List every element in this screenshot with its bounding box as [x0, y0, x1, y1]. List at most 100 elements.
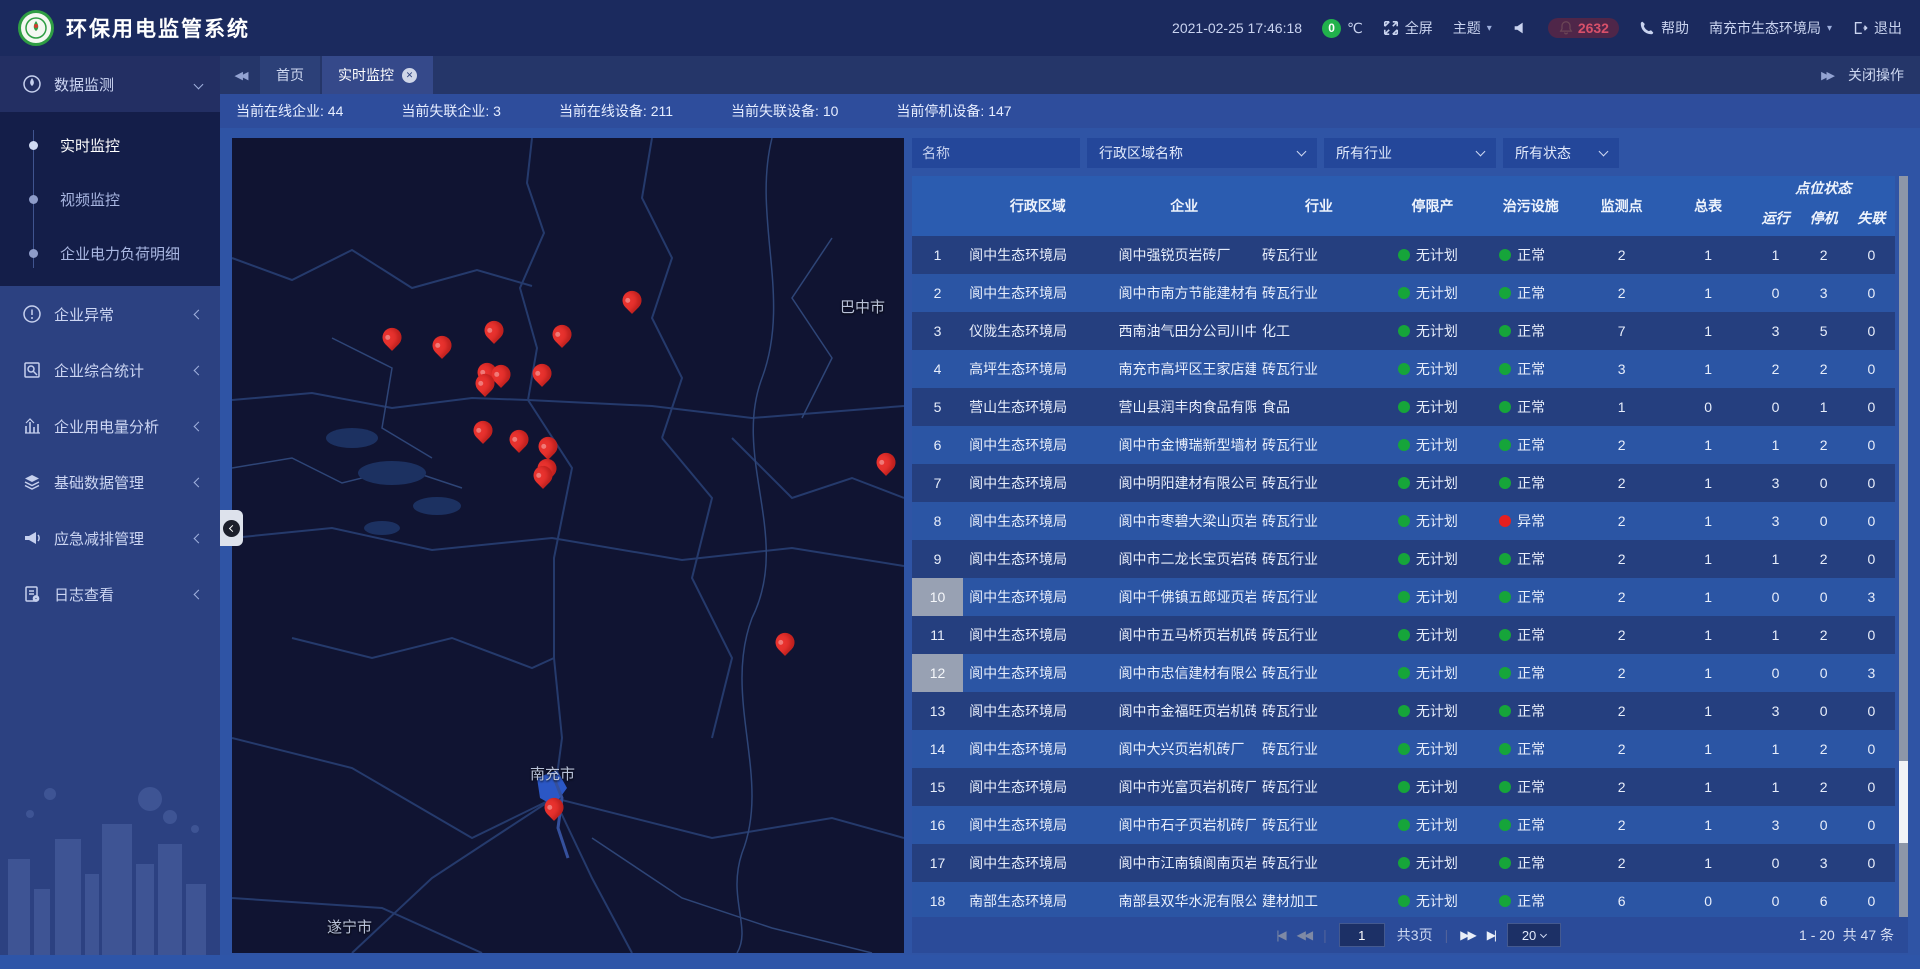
help-button[interactable]: 帮助 — [1639, 18, 1689, 38]
cell-points: 2 — [1578, 578, 1665, 616]
status-select[interactable]: 所有状态 — [1503, 138, 1619, 168]
cell-meters: 1 — [1665, 312, 1752, 350]
status-item-label: 当前在线企业: — [236, 103, 328, 119]
cell-stop: 2 — [1800, 768, 1848, 806]
status-bar: 当前在线企业: 44当前失联企业: 3当前在线设备: 211当前失联设备: 10… — [220, 94, 1920, 128]
sidebar-item-emergency[interactable]: 应急减排管理 — [0, 510, 220, 566]
cell-stop: 3 — [1800, 844, 1848, 882]
table-row[interactable]: 5营山生态环境局营山县润丰肉食品有限食品无计划正常10010 — [912, 388, 1895, 426]
cell-industry: 砖瓦行业 — [1256, 274, 1382, 312]
status-item-label: 当前失联设备: — [731, 103, 823, 119]
name-search-input[interactable] — [912, 138, 1080, 168]
theme-dropdown[interactable]: 主题 ▾ — [1453, 18, 1492, 38]
sidebar-item-enterprise-abnormal[interactable]: 企业异常 — [0, 286, 220, 342]
cell-meters: 1 — [1665, 578, 1752, 616]
table-scrollbar[interactable] — [1899, 176, 1908, 917]
cell-stop: 0 — [1800, 578, 1848, 616]
sidebar-subitem-label: 实时监控 — [60, 135, 120, 156]
column-header: 监测点 — [1578, 176, 1665, 236]
status-dot — [1398, 401, 1410, 413]
table-row[interactable]: 15阆中生态环境局阆中市光富页岩机砖厂砖瓦行业无计划正常21120 — [912, 768, 1895, 806]
cell-company: 阆中大兴页岩机砖厂 — [1113, 730, 1257, 768]
table-row[interactable]: 18南部生态环境局南部县双华水泥有限公建材加工无计划正常60060 — [912, 882, 1895, 917]
enterprise-table-wrap: 行政区域企业行业停限产治污设施监测点总表点位状态运行停机失联 1阆中生态环境局阆… — [912, 176, 1908, 917]
cell-stop: 5 — [1800, 312, 1848, 350]
cell-limit-status: 无计划 — [1382, 654, 1483, 692]
cell-industry: 砖瓦行业 — [1256, 692, 1382, 730]
sidebar-item-data-monitor[interactable]: 数据监测 — [0, 56, 220, 112]
table-row[interactable]: 6阆中生态环境局阆中市金博瑞新型墙材砖瓦行业无计划正常21120 — [912, 426, 1895, 464]
status-dot — [1398, 857, 1410, 869]
page-number-input[interactable] — [1339, 923, 1385, 947]
cell-meters: 1 — [1665, 274, 1752, 312]
last-page-icon[interactable]: ▶| — [1487, 928, 1495, 942]
tabs-scroll-right-icon[interactable]: ▶▶ — [1821, 69, 1832, 82]
table-row[interactable]: 8阆中生态环境局阆中市枣碧大梁山页岩砖瓦行业无计划异常21300 — [912, 502, 1895, 540]
cell-industry: 砖瓦行业 — [1256, 464, 1382, 502]
page-size-select[interactable]: 20 — [1507, 923, 1561, 947]
column-group-header: 点位状态 — [1751, 176, 1895, 200]
map-panel[interactable]: 巴中市南充市遂宁市 — [232, 138, 904, 953]
cell-points: 6 — [1578, 882, 1665, 917]
cell-facility-status: 正常 — [1483, 540, 1578, 578]
sidebar-item-base-data[interactable]: 基础数据管理 — [0, 454, 220, 510]
sidebar-item-enterprise-stats[interactable]: 企业综合统计 — [0, 342, 220, 398]
table-row[interactable]: 13阆中生态环境局阆中市金福旺页岩机砖砖瓦行业无计划正常21300 — [912, 692, 1895, 730]
table-row[interactable]: 4高坪生态环境局南充市高坪区王家店建砖瓦行业无计划正常31220 — [912, 350, 1895, 388]
fullscreen-button[interactable]: 全屏 — [1383, 18, 1433, 38]
table-row[interactable]: 12阆中生态环境局阆中市忠信建材有限公砖瓦行业无计划正常21003 — [912, 654, 1895, 692]
tab-首页[interactable]: 首页 — [260, 56, 320, 94]
theme-label: 主题 — [1453, 18, 1481, 38]
tab-实时监控[interactable]: 实时监控 ✕ — [322, 56, 433, 94]
tab-label: 实时监控 — [338, 65, 394, 85]
sidebar-subitem[interactable]: 视频监控 — [0, 172, 220, 226]
speaker-button[interactable] — [1512, 20, 1528, 36]
table-row[interactable]: 3仪陇生态环境局西南油气田分公司川中化工无计划正常71350 — [912, 312, 1895, 350]
first-page-icon[interactable]: |◀ — [1276, 928, 1284, 942]
cell-points: 2 — [1578, 730, 1665, 768]
close-operations-dropdown[interactable]: 关闭操作 — [1848, 65, 1904, 85]
sidebar-subitem[interactable]: 实时监控 — [0, 118, 220, 172]
table-scrollbar-thumb[interactable] — [1899, 761, 1908, 843]
page-size-value: 20 — [1522, 928, 1536, 943]
table-row[interactable]: 7阆中生态环境局阆中明阳建材有限公司砖瓦行业无计划正常21300 — [912, 464, 1895, 502]
status-dot — [1499, 705, 1511, 717]
sidebar-subitem[interactable]: 企业电力负荷明细 — [0, 226, 220, 280]
table-row[interactable]: 10阆中生态环境局阆中千佛镇五郎垭页岩砖瓦行业无计划正常21003 — [912, 578, 1895, 616]
table-row[interactable]: 17阆中生态环境局阆中市江南镇阆南页岩砖瓦行业无计划正常21030 — [912, 844, 1895, 882]
cell-stop: 6 — [1800, 882, 1848, 917]
datetime: 2021-02-25 17:46:18 — [1172, 20, 1302, 36]
column-subheader: 运行 — [1751, 200, 1799, 236]
map-roads — [232, 138, 904, 953]
industry-select[interactable]: 所有行业 — [1324, 138, 1496, 168]
industry-select-value: 所有行业 — [1336, 143, 1392, 163]
cell-region: 营山生态环境局 — [963, 388, 1112, 426]
cell-meters: 1 — [1665, 768, 1752, 806]
region-select[interactable]: 行政区域名称 — [1087, 138, 1317, 168]
cell-index: 12 — [912, 654, 963, 692]
table-row[interactable]: 11阆中生态环境局阆中市五马桥页岩机砖砖瓦行业无计划正常21120 — [912, 616, 1895, 654]
cell-run: 1 — [1751, 426, 1799, 464]
sidebar-submenu: 实时监控视频监控企业电力负荷明细 — [0, 112, 220, 286]
table-row[interactable]: 14阆中生态环境局阆中大兴页岩机砖厂砖瓦行业无计划正常21120 — [912, 730, 1895, 768]
table-row[interactable]: 9阆中生态环境局阆中市二龙长宝页岩砖砖瓦行业无计划正常21120 — [912, 540, 1895, 578]
cell-industry: 砖瓦行业 — [1256, 806, 1382, 844]
sidebar-collapse-button[interactable] — [220, 510, 243, 546]
tabs-scroll-left-icon[interactable]: ◀◀ — [220, 56, 260, 94]
org-dropdown[interactable]: 南充市生态环境局 ▾ — [1709, 18, 1832, 38]
notification-badge[interactable]: 2632 — [1548, 18, 1619, 38]
logout-button[interactable]: 退出 — [1852, 18, 1902, 38]
prev-page-icon[interactable]: ◀◀ — [1297, 928, 1311, 942]
cell-region: 阆中生态环境局 — [963, 236, 1112, 274]
cell-meters: 1 — [1665, 464, 1752, 502]
table-row[interactable]: 2阆中生态环境局阆中市南方节能建材有砖瓦行业无计划正常21030 — [912, 274, 1895, 312]
next-page-icon[interactable]: ▶▶ — [1460, 928, 1474, 942]
cell-industry: 砖瓦行业 — [1256, 768, 1382, 806]
cell-region: 阆中生态环境局 — [963, 654, 1112, 692]
tab-close-icon[interactable]: ✕ — [402, 68, 417, 83]
sidebar-item-power-analysis[interactable]: 企业用电量分析 — [0, 398, 220, 454]
cell-meters: 1 — [1665, 730, 1752, 768]
table-row[interactable]: 1阆中生态环境局阆中强锐页岩砖厂砖瓦行业无计划正常21120 — [912, 236, 1895, 274]
sidebar-item-logs[interactable]: 日志查看 — [0, 566, 220, 622]
table-row[interactable]: 16阆中生态环境局阆中市石子页岩机砖厂砖瓦行业无计划正常21300 — [912, 806, 1895, 844]
